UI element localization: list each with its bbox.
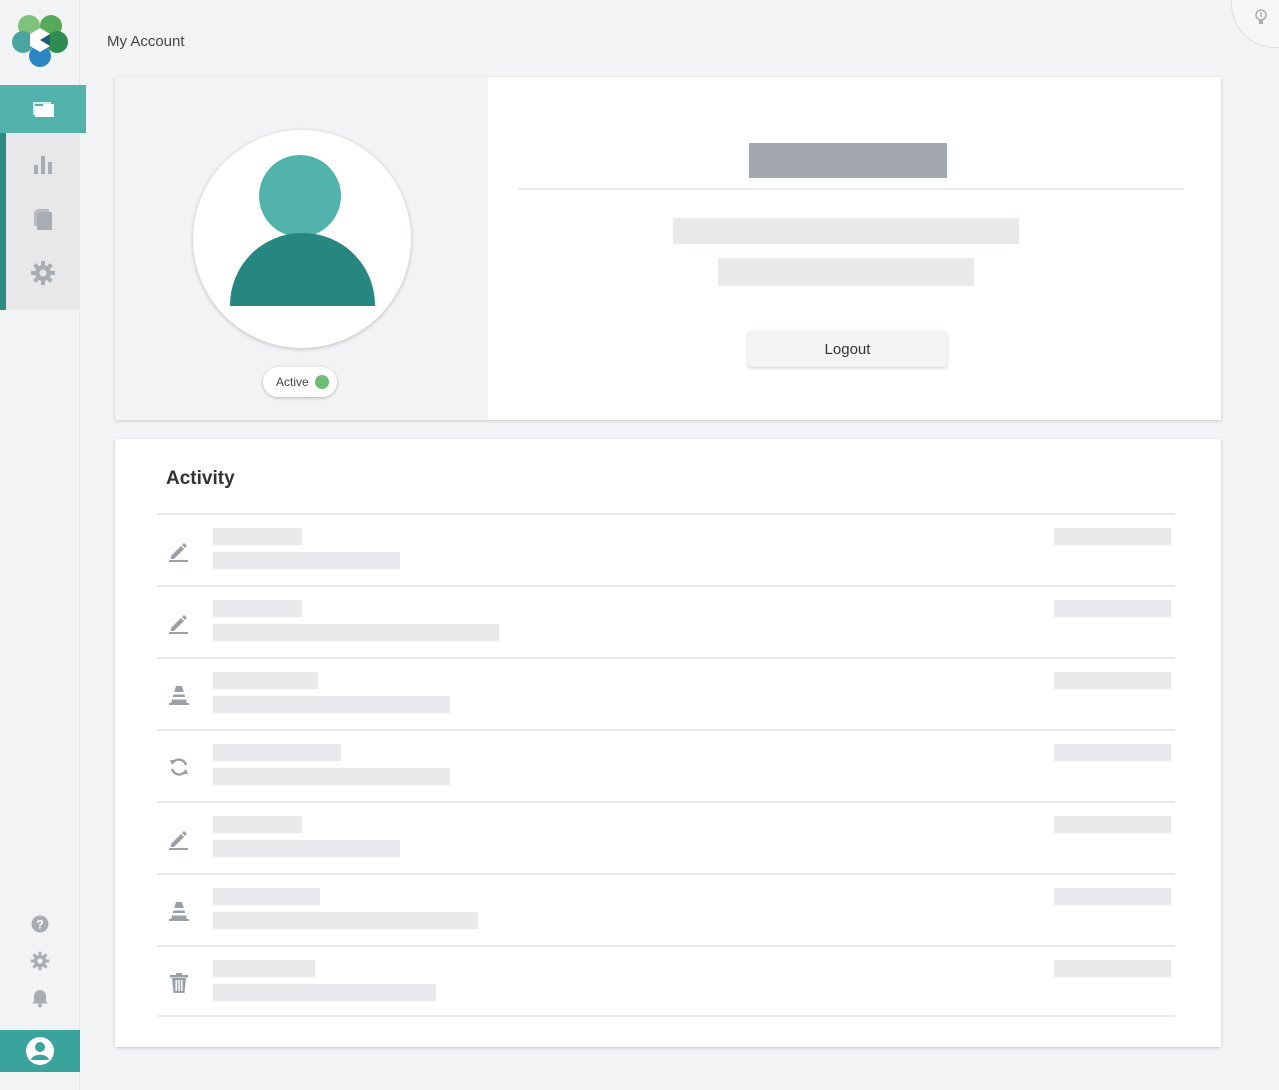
help-button[interactable]: ? bbox=[28, 912, 52, 936]
activity-row[interactable] bbox=[157, 657, 1175, 729]
avatar-panel: Active bbox=[115, 77, 488, 420]
sidebar-nav bbox=[0, 85, 86, 310]
profile-button[interactable] bbox=[0, 1030, 80, 1072]
settings-icon bbox=[30, 951, 50, 971]
avatar bbox=[193, 130, 411, 348]
activity-detail-placeholder bbox=[213, 624, 499, 641]
help-icon: ? bbox=[31, 915, 49, 933]
app-logo[interactable] bbox=[12, 12, 68, 68]
cone-icon bbox=[169, 902, 189, 921]
sidebar-item-analytics[interactable] bbox=[0, 141, 86, 189]
activity-type-placeholder bbox=[213, 960, 315, 977]
activity-detail-placeholder bbox=[213, 768, 450, 785]
page-title: My Account bbox=[107, 33, 185, 50]
trash-icon bbox=[170, 973, 188, 993]
activity-row[interactable] bbox=[157, 585, 1175, 657]
activity-row[interactable] bbox=[157, 945, 1175, 1017]
cone-icon bbox=[169, 686, 189, 705]
activity-date-placeholder bbox=[1054, 672, 1171, 689]
folders-icon bbox=[33, 102, 54, 117]
pencil-icon bbox=[169, 615, 188, 634]
activity-date-placeholder bbox=[1054, 528, 1171, 545]
activity-title: Activity bbox=[166, 468, 235, 489]
activity-type-placeholder bbox=[213, 888, 320, 905]
sidebar-item-folders[interactable] bbox=[0, 85, 86, 133]
activity-list bbox=[157, 513, 1175, 1017]
svg-text:?: ? bbox=[36, 918, 43, 932]
activity-type-placeholder bbox=[213, 528, 302, 545]
activity-date-placeholder bbox=[1054, 744, 1171, 761]
activity-type-placeholder bbox=[213, 816, 302, 833]
refresh-icon bbox=[170, 758, 188, 776]
activity-date-placeholder bbox=[1054, 816, 1171, 833]
status-indicator bbox=[314, 375, 329, 389]
user-avatar-icon bbox=[26, 1037, 54, 1065]
activity-type-placeholder bbox=[213, 672, 318, 689]
status-label: Active bbox=[276, 375, 309, 389]
pencil-icon bbox=[169, 543, 188, 562]
user-name-placeholder bbox=[749, 143, 947, 178]
status-badge: Active bbox=[263, 367, 337, 397]
activity-detail-placeholder bbox=[213, 552, 400, 569]
activity-detail-placeholder bbox=[213, 984, 436, 1001]
avatar-body bbox=[230, 233, 375, 306]
notifications-button[interactable] bbox=[28, 986, 52, 1010]
sidebar: ? bbox=[0, 0, 86, 1090]
pencil-icon bbox=[169, 831, 188, 850]
activity-type-placeholder bbox=[213, 744, 341, 761]
avatar-head bbox=[259, 155, 341, 237]
settings-button[interactable] bbox=[28, 949, 52, 973]
sidebar-item-settings[interactable] bbox=[0, 249, 86, 297]
documents-icon bbox=[34, 209, 52, 230]
activity-detail-placeholder bbox=[213, 696, 450, 713]
bar-chart-icon bbox=[34, 156, 52, 174]
bell-icon bbox=[32, 990, 48, 1008]
tips-button[interactable] bbox=[1231, 0, 1279, 48]
activity-row[interactable] bbox=[157, 801, 1175, 873]
activity-card: Activity bbox=[115, 439, 1221, 1047]
lightbulb-icon bbox=[1255, 9, 1267, 24]
account-card: Active Logout bbox=[115, 77, 1221, 420]
activity-row[interactable] bbox=[157, 729, 1175, 801]
activity-row[interactable] bbox=[157, 513, 1175, 585]
user-role-placeholder bbox=[718, 258, 974, 286]
activity-detail-placeholder bbox=[213, 840, 400, 857]
activity-type-placeholder bbox=[213, 600, 302, 617]
activity-date-placeholder bbox=[1054, 960, 1171, 977]
user-email-placeholder bbox=[673, 218, 1019, 244]
sidebar-item-documents[interactable] bbox=[0, 195, 86, 243]
gear-icon bbox=[31, 261, 55, 285]
activity-date-placeholder bbox=[1054, 600, 1171, 617]
logout-button[interactable]: Logout bbox=[748, 331, 947, 367]
activity-row[interactable] bbox=[157, 873, 1175, 945]
profile-divider bbox=[518, 188, 1184, 190]
activity-detail-placeholder bbox=[213, 912, 478, 929]
activity-date-placeholder bbox=[1054, 888, 1171, 905]
